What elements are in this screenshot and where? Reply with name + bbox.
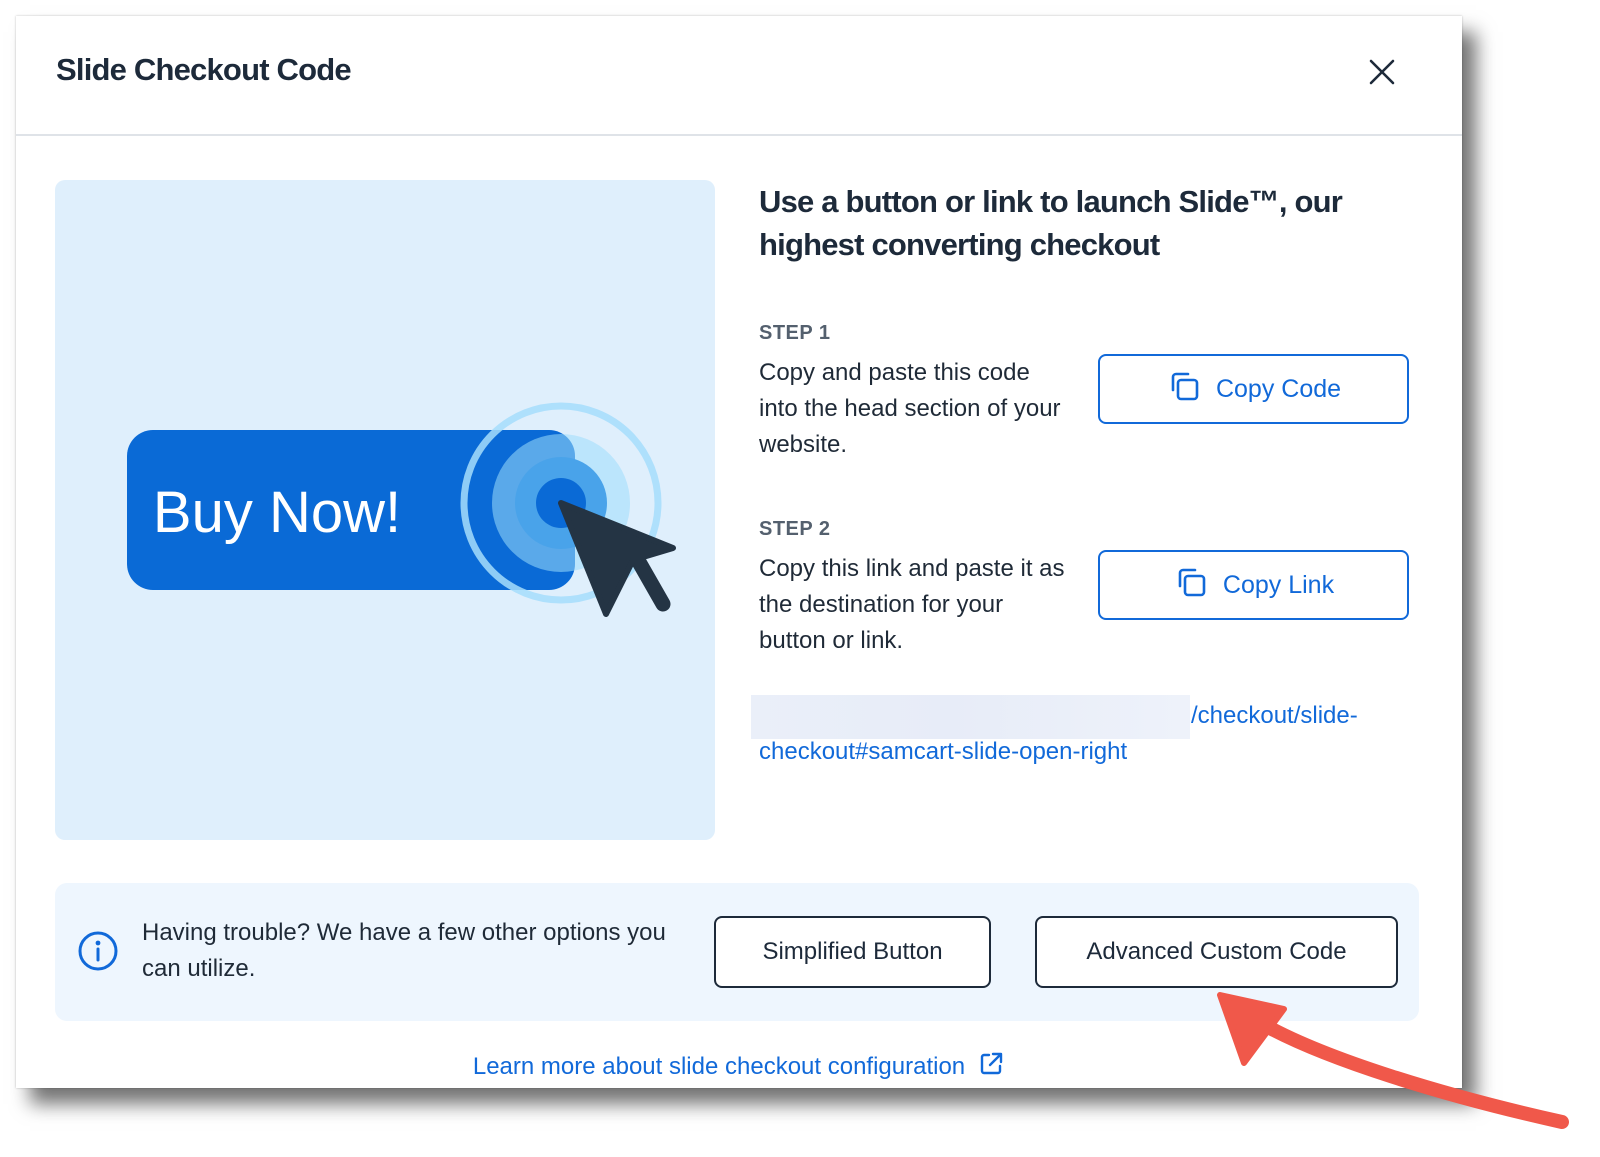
buy-now-illustration: Buy Now! xyxy=(55,180,715,840)
close-icon[interactable] xyxy=(1364,54,1400,90)
copy-link-button[interactable]: Copy Link xyxy=(1098,550,1409,620)
modal-header: Slide Checkout Code xyxy=(16,16,1462,136)
illustration-buy-label: Buy Now! xyxy=(153,480,401,545)
copy-link-label: Copy Link xyxy=(1222,570,1335,599)
slide-checkout-modal: Slide Checkout Code Buy Now! Use a butto… xyxy=(16,16,1462,1088)
info-icon xyxy=(77,930,119,972)
step1-text: Copy and paste this code into the head s… xyxy=(759,359,1061,458)
copy-icon xyxy=(1166,368,1202,411)
simplified-button[interactable]: Simplified Button xyxy=(714,916,991,988)
headline: Use a button or link to launch Slide™, o… xyxy=(759,184,1343,262)
copy-icon xyxy=(1173,564,1209,607)
step2-label: STEP 2 xyxy=(759,518,831,540)
step2-text: Copy this link and paste it as the desti… xyxy=(759,555,1065,654)
advanced-custom-code-button[interactable]: Advanced Custom Code xyxy=(1035,916,1398,988)
modal-title: Slide Checkout Code xyxy=(56,52,352,87)
redacted-domain xyxy=(751,695,1190,739)
step1-label: STEP 1 xyxy=(759,322,831,344)
annotation-arrow xyxy=(1217,992,1569,1129)
external-link-icon[interactable] xyxy=(977,1050,1005,1078)
learn-more-link[interactable]: Learn more about slide checkout configur… xyxy=(473,1053,965,1080)
help-text: Having trouble? We have a few other opti… xyxy=(142,919,666,982)
copy-code-button[interactable]: Copy Code xyxy=(1098,354,1409,424)
copy-code-label: Copy Code xyxy=(1215,374,1342,403)
